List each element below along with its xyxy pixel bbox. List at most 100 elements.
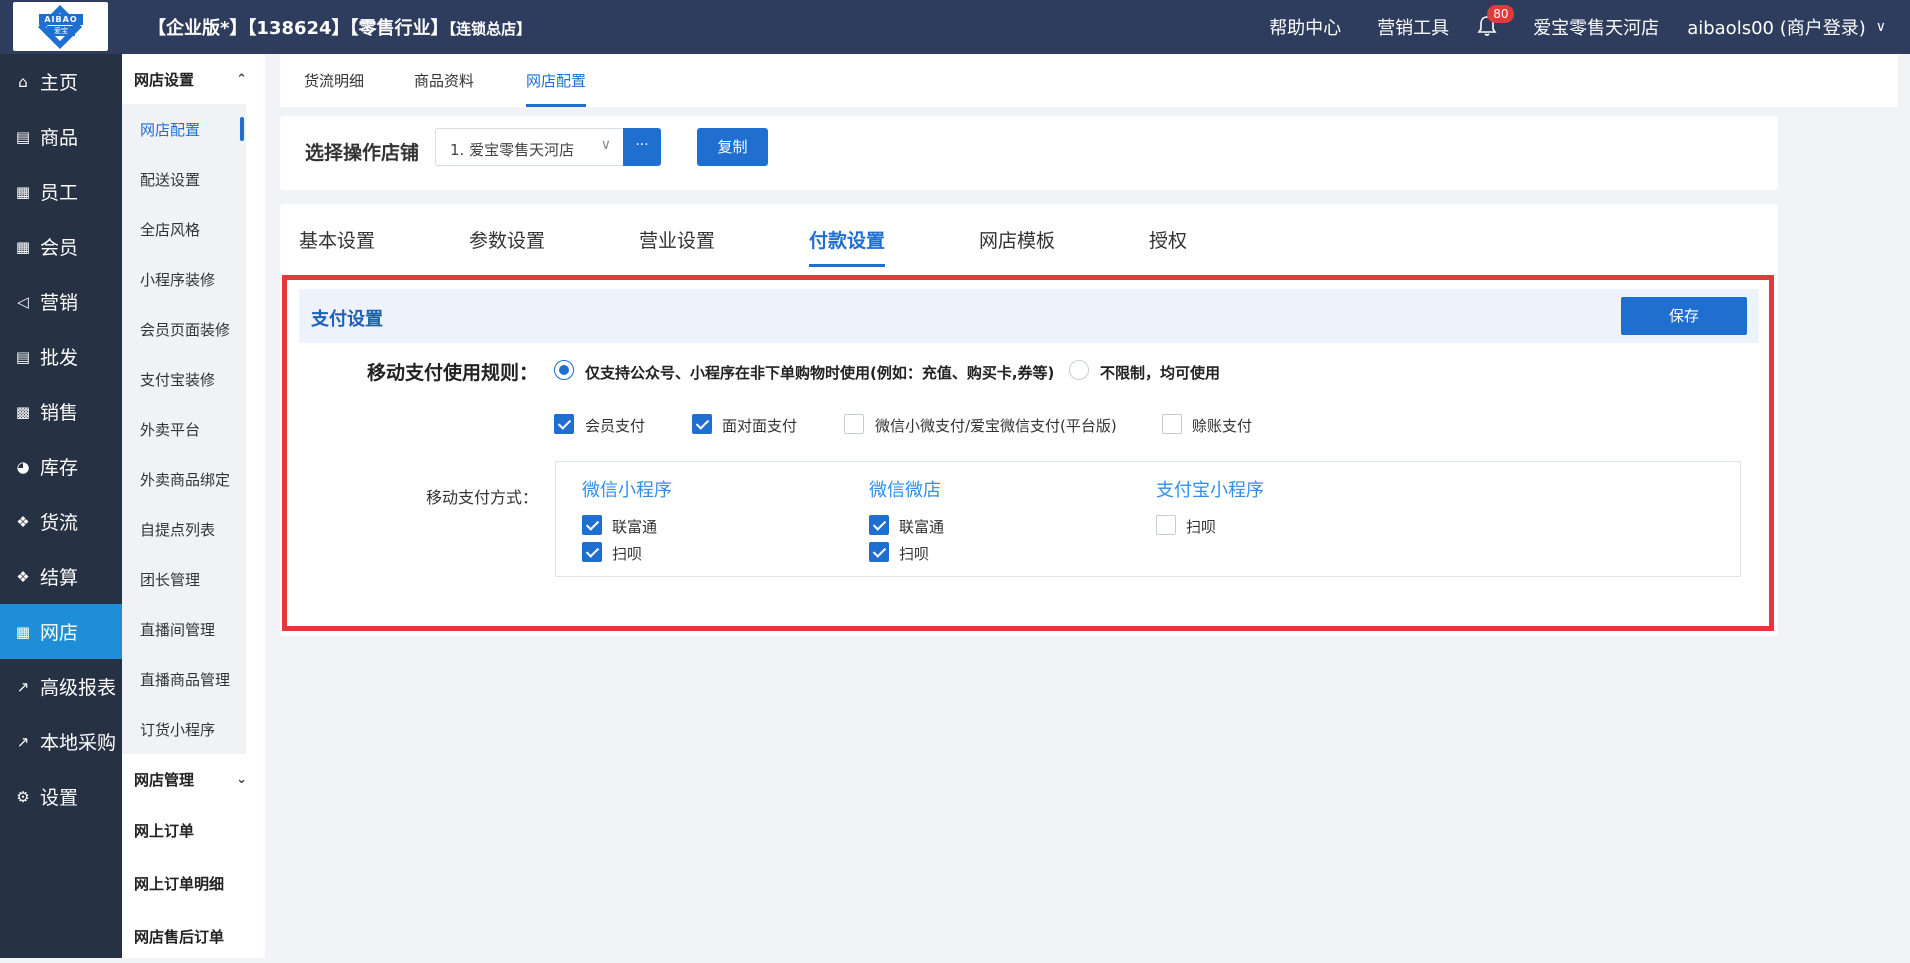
- nav-item-label: 结算: [40, 567, 79, 589]
- sub-nav: 网店设置 ⌃ 网店配置 配送设置 全店风格 小程序装修 会员页面装修 支付宝装修 外卖平台外…: [122, 54, 265, 958]
- subnav-plain-list: 网上订单 网上订单明细 网店售后订单: [122, 804, 265, 963]
- nav-item[interactable]: ◕ 库存: [0, 439, 122, 494]
- store-more-button[interactable]: ···: [623, 128, 661, 166]
- nav-item[interactable]: ⌂ 主页: [0, 54, 122, 109]
- notification-button[interactable]: 80: [1477, 5, 1515, 39]
- list-icon: ▤: [15, 347, 31, 366]
- nav-item[interactable]: ▤ 商品: [0, 109, 122, 164]
- mobile-pay-method-label: 移动支付方式：: [425, 488, 538, 507]
- subnav-group-shop-settings[interactable]: 网店设置 ⌃: [122, 54, 265, 104]
- tab-shop-template[interactable]: 网店模板: [979, 226, 1055, 253]
- subnav-plain-item[interactable]: 网上订单明细: [122, 857, 265, 910]
- page-tabs: 货流明细 商品资料 网店配置: [280, 54, 1898, 107]
- credit-pay-checkbox[interactable]: [1162, 414, 1182, 434]
- wechat-mini-lianfutong-checkbox[interactable]: [582, 515, 602, 535]
- tab-shop-config[interactable]: 网店配置: [526, 70, 587, 107]
- payment-settings-header: 支付设置 保存: [299, 289, 1759, 343]
- settle-icon: ❖: [16, 567, 30, 586]
- nav-item-label: 销售: [40, 402, 79, 424]
- wechat-micro-pay-label: 微信小微支付/爱宝微信支付(平台版): [875, 417, 1117, 435]
- subnav-item[interactable]: 配送设置: [122, 154, 246, 204]
- nav-item-label: 批发: [40, 347, 79, 369]
- user-name: aibaols00 (商户登录): [1687, 18, 1866, 39]
- nav-item-label: 主页: [40, 72, 79, 94]
- tab-payment-settings[interactable]: 付款设置: [809, 226, 886, 267]
- save-button[interactable]: 保存: [1621, 297, 1747, 335]
- goods-icon: ▤: [15, 127, 31, 146]
- subnav-item[interactable]: 订货小程序: [122, 704, 246, 754]
- subnav-item[interactable]: 直播商品管理: [122, 654, 246, 704]
- tab-authorization[interactable]: 授权: [1149, 226, 1187, 253]
- nav-item[interactable]: ❖ 结算: [0, 549, 122, 604]
- nav-item[interactable]: ▦ 会员: [0, 219, 122, 274]
- member-pay-checkbox[interactable]: [554, 414, 574, 434]
- wechat-microstore-title: 微信微店: [869, 480, 941, 501]
- subnav-plain-item[interactable]: 网店售后订单: [122, 910, 265, 963]
- face-pay-label: 面对面支付: [722, 417, 798, 435]
- wechat-store-lianfutong-checkbox[interactable]: [869, 515, 889, 535]
- subnav-item[interactable]: 支付宝装修: [122, 354, 246, 404]
- nav-item[interactable]: ⚙ 设置: [0, 769, 122, 824]
- store-selector-card: 选择操作店铺 1. 爱宝零售天河店 ∨ ··· 复制: [280, 116, 1778, 190]
- store-select[interactable]: 1. 爱宝零售天河店 ∨: [435, 128, 624, 166]
- wechat-mini-saobei-checkbox[interactable]: [582, 542, 602, 562]
- marketing-tools-link[interactable]: 营销工具: [1377, 14, 1449, 40]
- rule-option-restricted-label: 仅支持公众号、小程序在非下单购物时使用(例如：充值、购买卡,券等): [585, 364, 1055, 382]
- account-title: 【企业版*】【138624】【零售行业】【连锁总店】: [148, 14, 531, 40]
- tab-product-info[interactable]: 商品资料: [414, 70, 474, 91]
- face-pay-checkbox[interactable]: [692, 414, 712, 434]
- logo-subtext: 爱宝: [47, 26, 75, 36]
- account-title-store-type: 【连锁总店】: [448, 20, 532, 38]
- tab-parameter-settings[interactable]: 参数设置: [469, 226, 545, 253]
- staff-icon: ▦: [15, 182, 31, 201]
- alipay-mini-program-title: 支付宝小程序: [1156, 480, 1264, 501]
- help-center-link[interactable]: 帮助中心: [1269, 14, 1341, 40]
- member-icon: ▦: [15, 237, 31, 256]
- nav-item[interactable]: ↗ 本地采购: [0, 714, 122, 769]
- nav-item[interactable]: ▩ 销售: [0, 384, 122, 439]
- subnav-item[interactable]: 外卖商品绑定: [122, 454, 246, 504]
- subnav-group-shop-management[interactable]: 网店管理 ⌄: [122, 754, 265, 804]
- subnav-item[interactable]: 外卖平台: [122, 404, 246, 454]
- current-store-name[interactable]: 爱宝零售天河店: [1533, 14, 1659, 40]
- nav-item[interactable]: ▦ 员工: [0, 164, 122, 219]
- subnav-item[interactable]: 全店风格: [122, 204, 246, 254]
- chevron-down-icon: ⌄: [236, 771, 247, 787]
- nav-item[interactable]: ❖ 货流: [0, 494, 122, 549]
- main-nav: ⌂ 主页 ▤ 商品 ▦ 员工 ▦ 会员 ◁ 营销 ▤ 批发 ▩ 销售 ◕ 库存 ❖ 货流 ❖ 结算 ▦ 网店 ↗ 高级报表 ↗ 本…: [0, 54, 122, 958]
- line-chart-icon: ↗: [16, 677, 30, 696]
- subnav-item[interactable]: 团长管理: [122, 554, 246, 604]
- rule-option-unrestricted-radio[interactable]: [1069, 360, 1089, 380]
- logo-text: AIBAO: [39, 14, 83, 25]
- app-logo[interactable]: AIBAO 爱宝: [13, 2, 108, 51]
- rule-option-restricted-radio[interactable]: [554, 360, 574, 380]
- wechat-store-saobei-checkbox[interactable]: [869, 542, 889, 562]
- nav-item[interactable]: ◁ 营销: [0, 274, 122, 329]
- subnav-group-label: 网店设置: [134, 70, 195, 89]
- nav-item-label: 库存: [40, 457, 79, 479]
- subnav-item[interactable]: 网店配置: [122, 104, 246, 154]
- wechat-micro-pay-checkbox[interactable]: [844, 414, 864, 434]
- alipay-saobei-label: 扫呗: [1186, 518, 1217, 536]
- nav-item[interactable]: ▦ 网店: [0, 604, 122, 659]
- copy-button[interactable]: 复制: [697, 128, 768, 166]
- nav-item[interactable]: ▤ 批发: [0, 329, 122, 384]
- alipay-saobei-checkbox[interactable]: [1156, 515, 1176, 535]
- subnav-item[interactable]: 直播间管理: [122, 604, 246, 654]
- nav-item-label: 货流: [40, 512, 79, 534]
- subnav-item[interactable]: 会员页面装修: [122, 304, 246, 354]
- top-bar: AIBAO 爱宝 【企业版*】【138624】【零售行业】【连锁总店】 帮助中心…: [0, 0, 1910, 54]
- line-chart-icon: ↗: [16, 732, 30, 751]
- tab-basic-settings[interactable]: 基本设置: [299, 226, 375, 253]
- tab-business-settings[interactable]: 营业设置: [639, 226, 715, 253]
- nav-item[interactable]: ↗ 高级报表: [0, 659, 122, 714]
- wechat-mini-program-title: 微信小程序: [582, 480, 672, 501]
- user-menu[interactable]: aibaols00 (商户登录) ∨: [1687, 14, 1886, 40]
- subnav-plain-item[interactable]: 网上订单: [122, 804, 265, 857]
- subnav-item[interactable]: 小程序装修: [122, 254, 246, 304]
- gear-icon: ⚙: [16, 787, 30, 806]
- subnav-item[interactable]: 自提点列表: [122, 504, 246, 554]
- credit-pay-label: 赊账支付: [1192, 417, 1253, 435]
- tab-goods-flow[interactable]: 货流明细: [304, 70, 364, 91]
- account-title-main: 【企业版*】【138624】【零售行业】: [148, 18, 449, 39]
